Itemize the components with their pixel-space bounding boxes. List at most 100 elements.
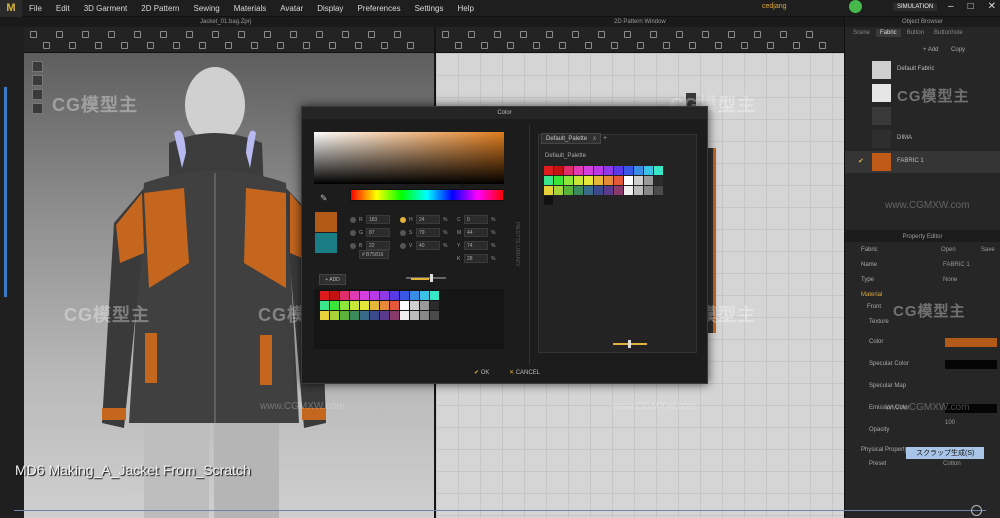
tool-icon[interactable] (793, 42, 800, 49)
menu-item-3d-garment[interactable]: 3D Garment (77, 4, 135, 13)
tool-icon[interactable] (108, 31, 115, 38)
tool-icon[interactable] (342, 31, 349, 38)
tool-icon[interactable] (394, 31, 401, 38)
preset-dropdown[interactable]: Cotton (943, 461, 961, 467)
menu-item-file[interactable]: File (22, 4, 49, 13)
palette-swatch[interactable] (614, 166, 623, 175)
palette-swatch[interactable] (594, 176, 603, 185)
tool-icon[interactable] (598, 31, 605, 38)
palette-tab[interactable]: Default_Palette x (541, 133, 602, 144)
tab-buttonhole[interactable]: Buttonhole (930, 29, 967, 37)
palette-swatch[interactable] (390, 311, 399, 320)
menu-item-display[interactable]: Display (310, 4, 350, 13)
menu-item-preferences[interactable]: Preferences (350, 4, 407, 13)
palette-swatch[interactable] (380, 301, 389, 310)
s-radio[interactable] (400, 230, 406, 236)
palette-swatch[interactable] (654, 166, 663, 175)
palette-swatch[interactable] (594, 186, 603, 195)
progress-knob[interactable] (971, 505, 982, 516)
progress-bar[interactable] (14, 510, 986, 511)
palette-swatch[interactable] (420, 291, 429, 300)
palette-swatch[interactable] (654, 186, 663, 195)
v-radio[interactable] (400, 243, 406, 249)
palette-swatch[interactable] (644, 166, 653, 175)
file-tab[interactable]: Jacket_01.bag.Zprj (200, 19, 251, 25)
g-radio[interactable] (350, 230, 356, 236)
y-field[interactable]: 74 (464, 241, 488, 250)
add-palette-icon[interactable]: + (603, 135, 607, 142)
tool-icon[interactable] (134, 31, 141, 38)
tool-icon[interactable] (277, 42, 284, 49)
palette-swatch[interactable] (634, 166, 643, 175)
palette-swatch[interactable] (624, 186, 633, 195)
palette-swatch[interactable] (430, 301, 439, 310)
specular-swatch[interactable] (945, 360, 997, 369)
minimize-button[interactable]: – (948, 1, 954, 12)
pattern-window-tab[interactable]: 2D Pattern Window (614, 19, 666, 25)
palette-swatch[interactable] (370, 301, 379, 310)
tool-icon[interactable] (819, 42, 826, 49)
close-tab-icon[interactable]: x (593, 136, 596, 142)
palette-swatch[interactable] (574, 186, 583, 195)
user-name[interactable]: cedjang (762, 3, 787, 10)
tool-icon[interactable] (741, 42, 748, 49)
menu-item-materials[interactable]: Materials (227, 4, 273, 13)
palette-swatch[interactable] (644, 176, 653, 185)
tab-fabric[interactable]: Fabric (876, 29, 901, 37)
palette-swatch[interactable] (594, 166, 603, 175)
palette-swatch[interactable] (340, 291, 349, 300)
tool-icon[interactable] (637, 42, 644, 49)
palette-swatch[interactable] (360, 291, 369, 300)
palette-swatch[interactable] (584, 186, 593, 195)
palette-swatch[interactable] (360, 311, 369, 320)
tool-icon[interactable] (533, 42, 540, 49)
tool-icon[interactable] (186, 31, 193, 38)
tool-icon[interactable] (56, 31, 63, 38)
h-field[interactable]: 24 (416, 215, 440, 224)
palette-swatch[interactable] (390, 301, 399, 310)
slider-knob[interactable] (628, 340, 631, 348)
tool-icon[interactable] (290, 31, 297, 38)
close-button[interactable]: ✕ (988, 1, 996, 12)
palette-swatch[interactable] (614, 176, 623, 185)
palette-swatch[interactable] (430, 291, 439, 300)
palette-swatch[interactable] (360, 301, 369, 310)
tool-icon[interactable] (69, 42, 76, 49)
fabric-item[interactable]: FABRIC 1 ✔ (845, 151, 1000, 173)
palette-swatch[interactable] (564, 186, 573, 195)
palette-swatch[interactable] (624, 176, 633, 185)
tool-icon[interactable] (546, 31, 553, 38)
tool-icon[interactable] (585, 42, 592, 49)
tool-icon[interactable] (676, 31, 683, 38)
save-button[interactable]: Save (981, 247, 995, 253)
tool-icon[interactable] (455, 42, 462, 49)
palette-swatch[interactable] (430, 311, 439, 320)
eyedropper-icon[interactable]: ✎ (320, 194, 328, 203)
palette-swatch[interactable] (634, 186, 643, 195)
palette-swatch[interactable] (350, 291, 359, 300)
tool-icon[interactable] (238, 31, 245, 38)
palette-swatch[interactable] (420, 301, 429, 310)
picker-cursor[interactable] (459, 182, 466, 189)
palette-swatch[interactable] (400, 291, 409, 300)
palette-swatch[interactable] (330, 291, 339, 300)
palette-swatch[interactable] (420, 311, 429, 320)
tab-scene[interactable]: Scene (849, 29, 874, 37)
hue-slider[interactable] (350, 189, 504, 201)
tool-icon[interactable] (624, 31, 631, 38)
r-field[interactable]: 183 (366, 215, 390, 224)
palette-swatch[interactable] (320, 301, 329, 310)
saturation-value-picker[interactable] (314, 132, 504, 189)
tool-icon[interactable] (663, 42, 670, 49)
tool-icon[interactable] (407, 42, 414, 49)
palette-swatch[interactable] (614, 186, 623, 195)
tool-icon[interactable] (754, 31, 761, 38)
palette-swatch[interactable] (564, 166, 573, 175)
tool-icon[interactable] (767, 42, 774, 49)
menu-item-avatar[interactable]: Avatar (273, 4, 310, 13)
palette-swatch[interactable] (370, 311, 379, 320)
palette-swatch[interactable] (584, 176, 593, 185)
palette-swatch[interactable] (574, 166, 583, 175)
palette-swatch[interactable] (340, 301, 349, 310)
palette-swatch[interactable] (554, 166, 563, 175)
